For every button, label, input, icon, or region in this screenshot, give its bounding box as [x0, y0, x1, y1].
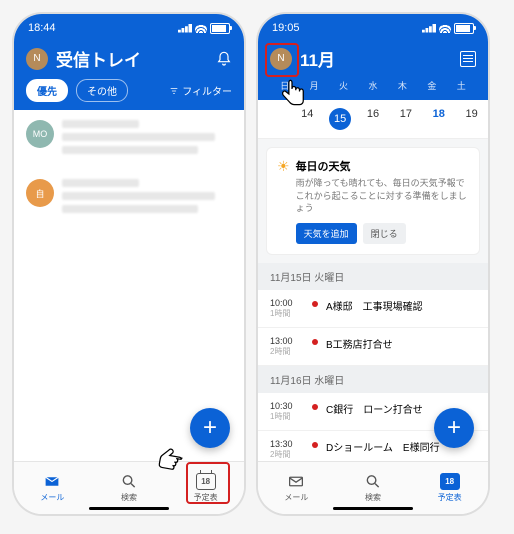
clock: 18:44 [28, 22, 56, 34]
weather-desc: 雨が降っても晴れても、毎日の天気予報でこれから起こることに対する準備をしましょう [296, 177, 469, 215]
signal-icon [178, 24, 192, 33]
date-cell[interactable]: 15 [324, 108, 357, 130]
highlight-avatar [265, 43, 299, 77]
event-time: 10:301時間 [270, 401, 304, 422]
day-header: 11月16日 水曜日 [258, 366, 488, 393]
filter-button[interactable]: フィルター [169, 83, 232, 98]
battery-icon [454, 23, 474, 34]
tab-calendar[interactable]: 18 予定表 [411, 462, 488, 514]
event-dot-icon [312, 404, 318, 410]
event-time: 13:002時間 [270, 336, 304, 357]
status-bar: 19:05 [258, 14, 488, 38]
date-cell[interactable]: 18 [422, 108, 455, 130]
pointing-hand-icon [149, 436, 189, 476]
month-title[interactable]: 11月 [300, 46, 452, 71]
tab-mail[interactable]: メール [14, 462, 91, 514]
wifi-icon [195, 24, 207, 33]
new-event-fab[interactable]: + [434, 408, 474, 448]
weather-close-button[interactable]: 閉じる [363, 223, 406, 244]
date-cell[interactable]: 17 [389, 108, 422, 130]
event-title: A様邸 工事現場確認 [326, 298, 476, 313]
calendar-screen: 19:05 N 11月 日月火水木金土 141516171819 ☀ 毎日の天気… [258, 14, 488, 514]
mail-icon [286, 473, 306, 490]
tab-other[interactable]: その他 [76, 79, 128, 102]
wifi-icon [439, 24, 451, 33]
sender-avatar: 自 [26, 179, 54, 207]
mail-header: N 受信トレイ 優先 その他 フィルター [14, 38, 244, 110]
sun-icon: ☀ [277, 158, 290, 175]
mail-item[interactable]: 自 [14, 169, 244, 228]
mail-icon [42, 473, 62, 490]
weather-title: 毎日の天気 [296, 158, 469, 174]
event-dot-icon [312, 442, 318, 448]
sender-avatar: MO [26, 120, 54, 148]
event-dot-icon [312, 301, 318, 307]
event-time: 10:001時間 [270, 298, 304, 319]
search-icon [363, 473, 383, 490]
status-bar: 18:44 [14, 14, 244, 38]
filter-icon [169, 86, 179, 96]
event-time: 13:302時間 [270, 439, 304, 460]
date-cell[interactable]: 16 [357, 108, 390, 130]
compose-fab[interactable]: + [190, 408, 230, 448]
weather-card: ☀ 毎日の天気 雨が降っても晴れても、毎日の天気予報でこれから起こることに対する… [266, 147, 480, 255]
weekday-label: 木 [388, 79, 417, 92]
home-indicator [333, 507, 413, 510]
battery-icon [210, 23, 230, 34]
tab-priority[interactable]: 優先 [26, 79, 68, 102]
clock: 19:05 [272, 22, 300, 34]
tab-mail[interactable]: メール [258, 462, 335, 514]
weather-add-button[interactable]: 天気を追加 [296, 223, 357, 244]
mail-preview [62, 120, 232, 159]
mail-screen: 18:44 N 受信トレイ 優先 その他 フィルター MO自 + メール 検索 [14, 14, 244, 514]
home-indicator [89, 507, 169, 510]
signal-icon [422, 24, 436, 33]
mail-item[interactable]: MO [14, 110, 244, 169]
tapping-hand-icon [272, 74, 312, 114]
event-row[interactable]: 13:002時間 B工務店打合せ [258, 328, 488, 366]
calendar-icon: 18 [440, 473, 460, 490]
weekday-label: 水 [358, 79, 387, 92]
weekday-label: 金 [417, 79, 446, 92]
profile-avatar[interactable]: N [26, 48, 48, 70]
mail-preview [62, 179, 232, 218]
bell-icon[interactable] [216, 51, 232, 67]
weekday-label: 土 [447, 79, 476, 92]
agenda-view-icon[interactable] [460, 51, 476, 67]
date-cell[interactable]: 19 [455, 108, 488, 130]
weekday-label: 火 [329, 79, 358, 92]
inbox-title: 受信トレイ [56, 46, 208, 71]
day-header: 11月15日 火曜日 [258, 263, 488, 290]
highlight-calendar-tab [186, 462, 230, 504]
event-title: B工務店打合せ [326, 336, 476, 351]
event-row[interactable]: 10:001時間 A様邸 工事現場確認 [258, 290, 488, 328]
search-icon [119, 473, 139, 490]
event-dot-icon [312, 339, 318, 345]
